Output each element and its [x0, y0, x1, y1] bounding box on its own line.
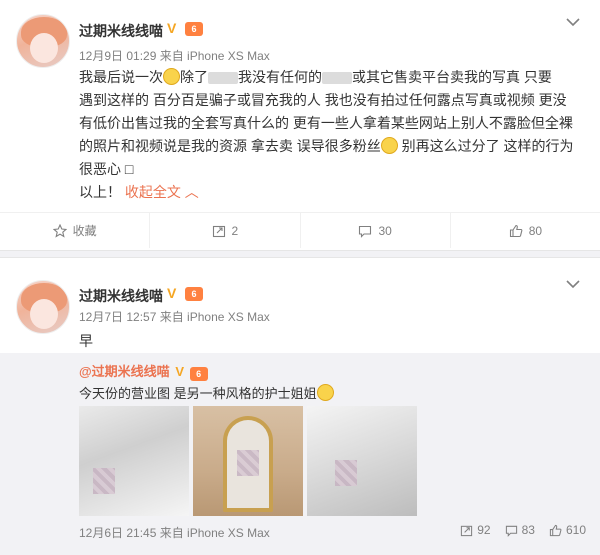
- post-text-line: 很恶心 □: [79, 161, 134, 177]
- author-name[interactable]: 过期米线线喵: [79, 21, 163, 41]
- star-icon: [52, 223, 67, 238]
- repost-text: 今天份的营业图 是另一种风格的护士姐姐: [79, 383, 334, 402]
- post-text-line: 的照片和视频说是我的资源 拿去卖 误导很多粉丝 别再这么过分了 这样的行为: [79, 137, 574, 154]
- comment-icon: [359, 225, 372, 238]
- sweat-emoji-icon: [380, 137, 398, 154]
- repost-image-2[interactable]: [193, 406, 303, 516]
- like-button[interactable]: 80: [451, 213, 600, 248]
- post-text: 早: [79, 333, 93, 349]
- repost-image-1[interactable]: [79, 406, 189, 516]
- post-text-line: 遇到这样的 百分百是骗子或冒充我的人 我也没有拍过任何露点写真或视频 更没: [79, 92, 567, 108]
- thinking-emoji-icon: [316, 384, 334, 401]
- chevron-up-icon: ︿: [184, 184, 199, 200]
- repost-author-link[interactable]: @过期米线线喵 V 6: [79, 361, 208, 381]
- chevron-down-icon[interactable]: [566, 276, 580, 292]
- repost-button[interactable]: 2: [150, 213, 301, 248]
- avatar[interactable]: [16, 280, 70, 334]
- thumbs-up-icon: [549, 524, 562, 536]
- level-badge-icon: 6: [185, 287, 203, 301]
- post-text: 我最后说一次 除了 我没有任何的 或其它售卖平台卖我的写真 只要 遇到这样的 百分百是…: [79, 66, 585, 181]
- avatar-face: [30, 33, 58, 63]
- author-name[interactable]: 过期米线线喵: [79, 286, 163, 306]
- weibo-post-1: 过期米线线喵 V 6 12月9日 01:29 来自 iPhone XS Max …: [0, 0, 600, 250]
- repost-image-3[interactable]: [307, 406, 417, 516]
- favorite-button[interactable]: 收藏: [0, 213, 151, 248]
- avatar-face: [30, 299, 58, 329]
- collapse-link[interactable]: 收起全文 ︿: [125, 184, 199, 200]
- post-text-line: 我最后说一次 除了 我没有任何的 或其它售卖平台卖我的写真 只要: [79, 68, 552, 85]
- post-meta: 12月9日 01:29 来自 iPhone XS Max: [79, 49, 270, 63]
- comment-button[interactable]: 30: [301, 213, 451, 248]
- repost-count-button[interactable]: 92: [460, 523, 491, 537]
- censored-blur: [208, 72, 238, 85]
- repost-icon: [212, 225, 225, 237]
- mosaic-blur: [237, 450, 259, 476]
- mosaic-blur: [93, 468, 115, 494]
- post-end: 以上！ 收起全文 ︿: [79, 184, 199, 200]
- like-count-button[interactable]: 610: [549, 523, 586, 537]
- weibo-post-2: 过期米线线喵 V 6 12月7日 12:57 来自 iPhone XS Max …: [0, 258, 600, 555]
- smile-emoji-icon: [163, 68, 180, 85]
- feed-divider: [0, 250, 600, 258]
- mosaic-blur: [335, 460, 357, 486]
- censored-blur: [322, 72, 352, 85]
- verified-icon: V: [167, 285, 177, 301]
- comment-icon: [505, 525, 517, 537]
- chevron-down-icon[interactable]: [566, 14, 580, 30]
- verified-icon: V: [175, 364, 184, 379]
- post-meta: 12月7日 12:57 来自 iPhone XS Max: [79, 310, 270, 324]
- reposted-content[interactable]: @过期米线线喵 V 6 今天份的营业图 是另一种风格的护士姐姐 12月6日 21…: [0, 353, 600, 555]
- level-badge-icon: 6: [189, 367, 208, 381]
- action-bar: 收藏 2 30 80: [0, 212, 600, 248]
- verified-icon: V: [167, 20, 177, 36]
- repost-meta: 12月6日 21:45 来自 iPhone XS Max: [79, 526, 270, 540]
- comment-count-button[interactable]: 83: [505, 523, 535, 537]
- repost-icon: [461, 525, 473, 536]
- repost-stats: 92 83 610: [460, 523, 586, 537]
- post-text-line: 有低价出售过我的全套写真什么的 更有一些人拿着某些网站上别人不露脸但全裸: [79, 115, 573, 131]
- thumbs-up-icon: [509, 224, 523, 237]
- level-badge-icon: 6: [185, 22, 203, 36]
- avatar[interactable]: [16, 14, 70, 68]
